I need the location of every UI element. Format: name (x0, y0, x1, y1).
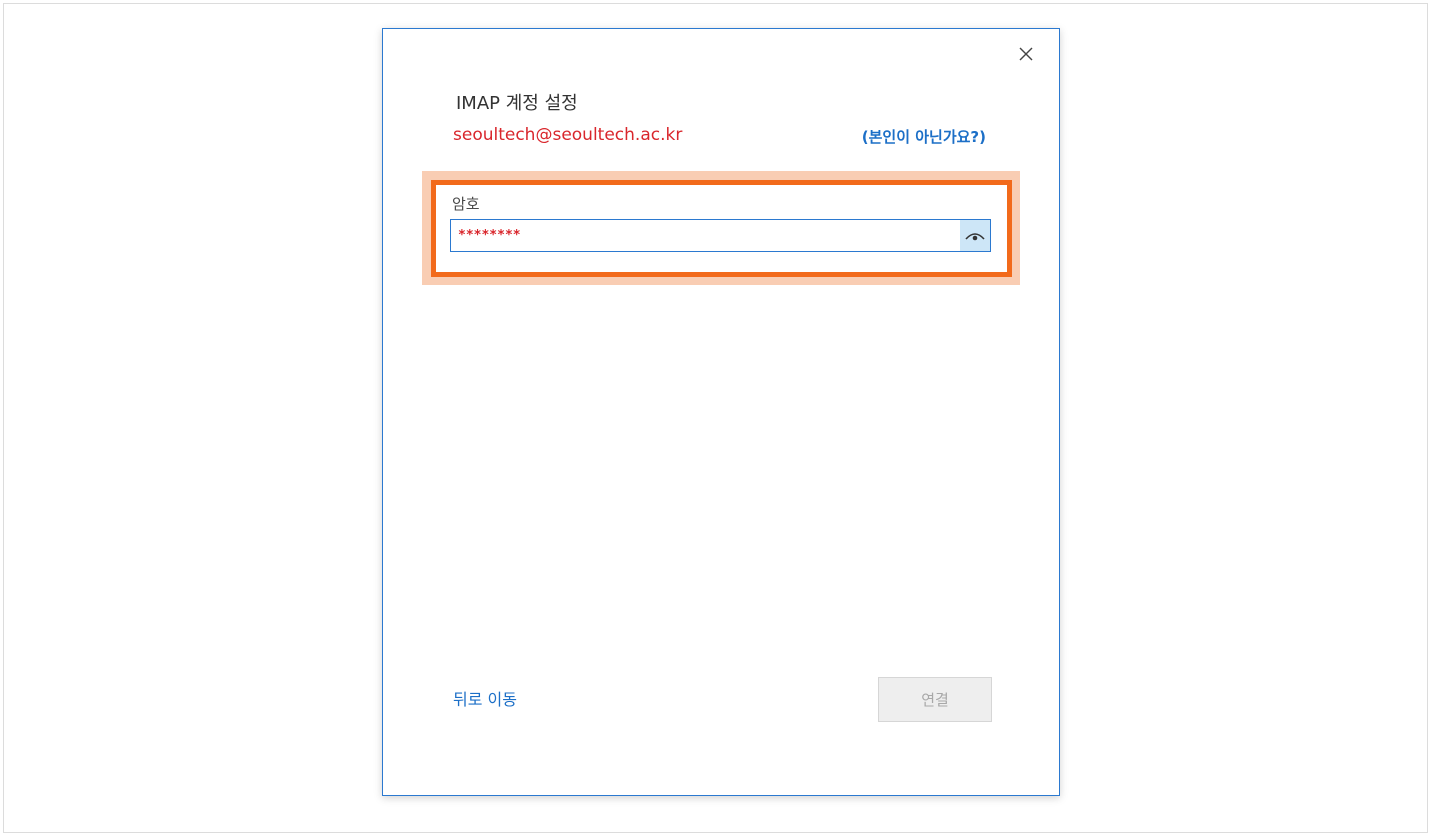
back-link[interactable]: 뒤로 이동 (453, 686, 517, 710)
not-you-link[interactable]: (본인이 아닌가요?) (862, 126, 986, 147)
dialog-title: IMAP 계정 설정 (456, 93, 578, 114)
password-field (450, 219, 991, 252)
close-icon (1019, 47, 1033, 61)
close-button[interactable] (1011, 39, 1041, 69)
reveal-password-button[interactable] (960, 220, 990, 251)
password-input[interactable] (451, 220, 956, 251)
eye-icon (965, 232, 985, 240)
connect-button[interactable]: 연결 (878, 677, 992, 722)
account-email: seoultech@seoultech.ac.kr (453, 125, 683, 145)
imap-setup-dialog: IMAP 계정 설정 seoultech@seoultech.ac.kr (본인… (382, 28, 1060, 796)
password-label: 암호 (452, 195, 480, 213)
